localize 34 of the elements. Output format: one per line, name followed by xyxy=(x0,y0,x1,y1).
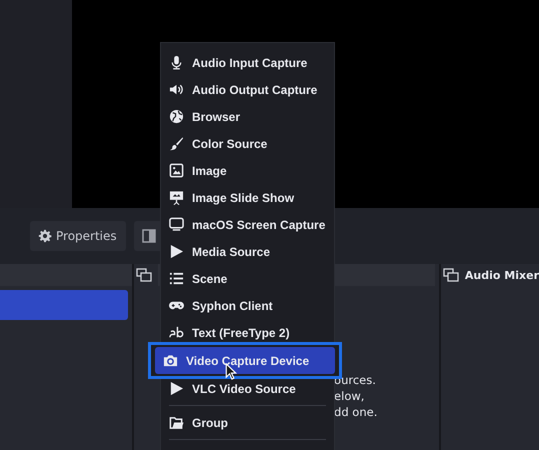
microphone-icon xyxy=(169,55,184,70)
undock-icon[interactable] xyxy=(442,268,459,282)
monitor-icon xyxy=(169,217,184,232)
menu-item[interactable]: Browser xyxy=(161,103,334,130)
menu-item[interactable]: Media Source xyxy=(161,238,334,265)
menu-item[interactable]: Text (FreeType 2) xyxy=(161,319,334,346)
menu-item[interactable]: Syphon Client xyxy=(161,292,334,319)
menu-item[interactable]: VLC Video Source xyxy=(161,375,334,402)
menu-item[interactable]: Audio Input Capture xyxy=(161,49,334,76)
menu-item[interactable]: Scene xyxy=(161,265,334,292)
menu-item[interactable]: Group xyxy=(161,409,334,436)
brush-icon xyxy=(169,136,184,151)
play-icon xyxy=(169,381,184,396)
menu-item[interactable]: macOS Screen Capture xyxy=(161,211,334,238)
text-icon xyxy=(169,325,184,340)
menu-item[interactable]: Color Source xyxy=(161,130,334,157)
panel-title: Audio Mixer xyxy=(464,268,539,282)
panel-icon xyxy=(142,229,156,243)
hint-text: dd one. xyxy=(334,404,378,420)
menu-item[interactable]: Image Slide Show xyxy=(161,184,334,211)
image-icon xyxy=(169,163,184,178)
speaker-icon xyxy=(169,82,184,97)
settings-icon xyxy=(38,229,52,243)
undock-icon[interactable] xyxy=(136,268,152,282)
list-icon xyxy=(169,271,184,286)
hint-text: elow, xyxy=(334,388,364,404)
play-icon xyxy=(169,244,184,259)
menu-item[interactable]: Audio Output Capture xyxy=(161,76,334,103)
properties-button[interactable]: Properties xyxy=(30,221,126,251)
folder-icon xyxy=(169,415,184,430)
presentation-icon xyxy=(169,190,184,205)
globe-icon xyxy=(169,109,184,124)
camera-icon xyxy=(163,353,178,368)
menu-item[interactable]: Image xyxy=(161,157,334,184)
